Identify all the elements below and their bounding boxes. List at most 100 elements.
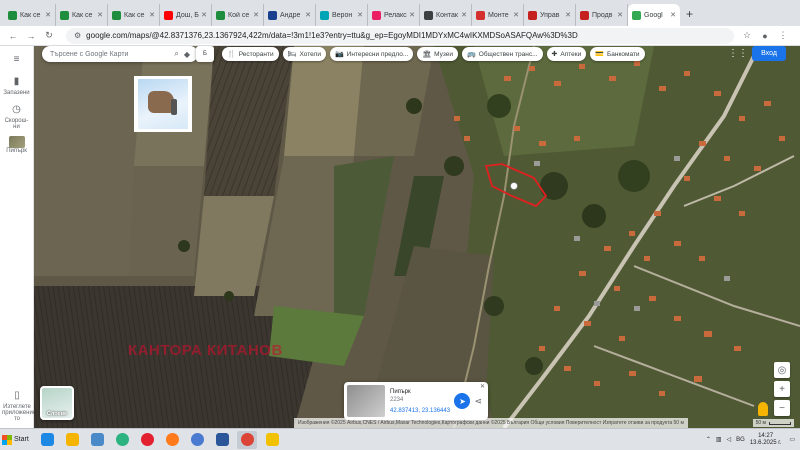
taskbar-app-paint[interactable] (262, 431, 282, 449)
share-icon[interactable]: ⋖ (474, 396, 482, 407)
search-input[interactable]: Търсене с Google Карти (50, 51, 169, 58)
chip-icon: 🚌 (467, 51, 476, 58)
location-thumbnail[interactable] (347, 385, 385, 417)
tab-close-icon[interactable]: ✕ (97, 11, 103, 19)
location-info-card[interactable]: Пипърк 2234 42.837413, 23.136443 ➤ ⋖ ✕ (344, 382, 488, 420)
category-chip[interactable]: 🛏 Хотели (282, 47, 326, 61)
scale-label: 50 м (755, 420, 766, 426)
tab-close-icon[interactable]: ✕ (617, 11, 623, 19)
menu-button[interactable]: ≡ (0, 52, 33, 68)
browser-tab[interactable]: Монте ✕ (472, 4, 524, 26)
new-tab-button[interactable]: + (686, 7, 693, 21)
tab-close-icon[interactable]: ✕ (201, 11, 207, 19)
tab-favicon-icon (320, 10, 329, 20)
tab-close-icon[interactable]: ✕ (253, 11, 259, 19)
taskbar-app-edge[interactable] (112, 431, 132, 449)
start-label: Start (14, 436, 29, 443)
tab-close-icon[interactable]: ✕ (461, 11, 467, 19)
language-indicator[interactable]: BG (736, 437, 745, 443)
ad-thumbnail[interactable] (134, 76, 192, 132)
taskbar-app-firefox[interactable] (162, 431, 182, 449)
browser-tab[interactable]: Управ ✕ (524, 4, 576, 26)
profile-icon[interactable]: ● (758, 31, 772, 41)
key-graphic (171, 99, 177, 115)
tab-close-icon[interactable]: ✕ (45, 11, 51, 19)
tab-favicon-icon (528, 10, 537, 20)
taskbar-app-chrome[interactable] (237, 430, 257, 449)
location-coordinates[interactable]: 42.837413, 23.136443 (390, 407, 454, 415)
browser-tab[interactable]: Андре ✕ (264, 4, 316, 26)
category-chip[interactable]: 🏛 Музеи (417, 47, 459, 61)
browser-tab[interactable]: Как се ✕ (56, 4, 108, 26)
back-icon[interactable]: ← (6, 31, 20, 41)
search-icon[interactable]: ⌕ (174, 49, 178, 59)
map-type-selector[interactable]: Б (196, 46, 214, 62)
maps-search-box[interactable]: Търсене с Google Карти ⌕ ◆ (42, 46, 198, 62)
tab-close-icon[interactable]: ✕ (305, 11, 311, 19)
tab-close-icon[interactable]: ✕ (565, 11, 571, 19)
tray-chevron-icon[interactable]: ⌃ (706, 436, 711, 443)
tab-close-icon[interactable]: ✕ (409, 11, 415, 19)
zoom-in-button[interactable]: + (774, 381, 790, 397)
notifications-icon[interactable]: ▭ (789, 436, 795, 443)
sign-in-button[interactable]: Вход (752, 46, 786, 61)
browser-tab[interactable]: Кой се ✕ (212, 4, 264, 26)
category-chip[interactable]: 🚌 Обществен транс... (462, 47, 543, 61)
close-icon[interactable]: ✕ (480, 383, 485, 390)
google-apps-icon[interactable]: ⋮⋮ (728, 48, 748, 59)
clock[interactable]: 14:27 13.6.2025 г. (750, 433, 781, 447)
photos-icon (90, 433, 104, 446)
layers-toggle[interactable]: Слоеве (40, 386, 74, 420)
tab-close-icon[interactable]: ✕ (513, 11, 519, 19)
browser-tab[interactable]: Googl ✕ (628, 4, 680, 26)
category-chip[interactable]: 🍴 Ресторанти (222, 47, 279, 61)
street-view-pegman-icon[interactable] (758, 402, 768, 416)
browser-tab[interactable]: Дош, Ба✕ (160, 4, 212, 26)
address-bar[interactable]: ⚙ google.com/maps/@42.8371376,23.1367924… (66, 27, 734, 44)
tab-title: Как се (124, 11, 145, 19)
chip-label: Банкомати (606, 50, 640, 58)
explorer-icon (65, 433, 79, 446)
taskbar-app-opera[interactable] (137, 431, 157, 449)
category-chip[interactable]: 💳 Банкомати (590, 47, 645, 61)
saved-button[interactable]: ▮ Запазени (0, 74, 33, 97)
tab-close-icon[interactable]: ✕ (149, 11, 155, 19)
browser-tab[interactable]: Контак ✕ (420, 4, 472, 26)
site-info-icon[interactable]: ⚙ (74, 31, 81, 40)
tab-title: Контак (436, 11, 458, 19)
recent-button[interactable]: ◷ Скорош-ни (0, 102, 33, 131)
tab-close-icon[interactable]: ✕ (670, 11, 676, 19)
map-canvas[interactable]: Търсене с Google Карти ⌕ ◆ Б 🍴 Ресторанти… (34, 46, 800, 428)
taskbar-app-word[interactable] (212, 431, 232, 449)
menu-icon[interactable]: ⋮ (776, 30, 790, 41)
directions-icon[interactable]: ◆ (184, 50, 190, 59)
category-chip[interactable]: ✚ Аптеки (546, 47, 587, 61)
browser-tab[interactable]: Как се ✕ (108, 4, 160, 26)
recent-place[interactable]: Пипърк (0, 136, 33, 154)
location-postcode: 2234 (390, 396, 404, 403)
my-location-button[interactable]: ◎ (774, 362, 790, 378)
directions-button[interactable]: ➤ (454, 393, 471, 409)
taskbar-app-chrome-app[interactable] (187, 431, 207, 449)
zoom-out-button[interactable]: − (774, 400, 790, 416)
taskbar-app-explorer[interactable] (62, 431, 82, 449)
map-scale[interactable]: 50 м (752, 419, 794, 427)
chrome-app-icon (190, 433, 204, 446)
browser-tab[interactable]: Верон ✕ (316, 4, 368, 26)
reload-icon[interactable]: ↻ (42, 30, 56, 41)
star-icon[interactable]: ☆ (740, 30, 754, 41)
category-chips: 🍴 Ресторанти 🛏 Хотели 📷 Интересни предло... 🏛 М… (222, 47, 649, 61)
get-app-button[interactable]: ▯ Изтеглете приложение-то (0, 388, 38, 423)
start-button[interactable]: Start (2, 431, 32, 449)
network-icon[interactable]: ▥ (716, 436, 722, 443)
browser-tab[interactable]: Как се ✕ (4, 4, 56, 26)
taskbar-app-photos[interactable] (87, 431, 107, 449)
tab-close-icon[interactable]: ✕ (357, 11, 363, 19)
browser-tab[interactable]: Релакс ✕ (368, 4, 420, 26)
taskbar-app-media[interactable] (37, 431, 57, 449)
forward-icon[interactable]: → (24, 31, 38, 41)
category-chip[interactable]: 📷 Интересни предло... (329, 47, 414, 61)
volume-icon[interactable]: ◁ (727, 436, 732, 443)
maps-side-rail: ≡ ▮ Запазени ◷ Скорош-ни Пипърк ▯ Изтегл… (0, 46, 38, 428)
browser-tab[interactable]: Продв ✕ (576, 4, 628, 26)
